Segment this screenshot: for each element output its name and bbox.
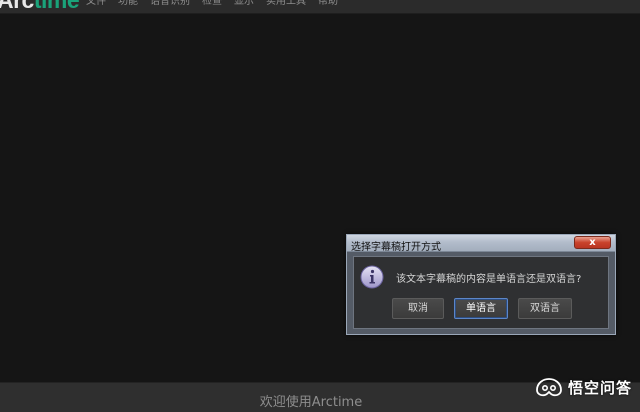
watermark-text: 悟空问答 (567, 378, 632, 397)
logo-accent-text: time (33, 0, 80, 13)
cancel-button[interactable]: 取消 (392, 298, 444, 319)
logo-main-text: Arc (0, 0, 34, 13)
main-menu: 文件 功能 语音识别 检查 显示 实用工具 帮助 (86, 0, 350, 8)
menubar: Arctime 文件 功能 语音识别 检查 显示 实用工具 帮助 (0, 0, 640, 14)
menu-item-check[interactable]: 检查 (202, 0, 228, 8)
menu-item-tools[interactable]: 实用工具 (266, 0, 312, 8)
dialog-title: 选择字幕稿打开方式 (351, 242, 441, 253)
wukong-logo-icon (536, 378, 562, 397)
dialog-titlebar[interactable]: 选择字幕稿打开方式 x (347, 235, 615, 253)
menu-item-speech-recognition[interactable]: 语音识别 (150, 0, 196, 8)
menu-item-display[interactable]: 显示 (234, 0, 260, 8)
close-button[interactable]: x (574, 236, 611, 249)
dialog-message: 该文本字幕稿的内容是单语言还是双语言? (396, 274, 582, 285)
dialog-body: 该文本字幕稿的内容是单语言还是双语言? 取消 单语言 双语言 (353, 256, 609, 329)
close-icon: x (589, 237, 596, 248)
info-icon (360, 265, 384, 289)
menu-item-functions[interactable]: 功能 (118, 0, 144, 8)
menu-item-file[interactable]: 文件 (86, 0, 112, 8)
double-language-button[interactable]: 双语言 (518, 298, 572, 319)
watermark: 悟空问答 (534, 376, 632, 398)
open-mode-dialog: 选择字幕稿打开方式 x 该文本字幕稿的内容是单语言还是双语言? 取消 单语言 双… (346, 234, 616, 335)
single-language-button[interactable]: 单语言 (454, 298, 508, 319)
app-logo: Arctime (0, 0, 80, 13)
status-text: 欢迎使用Arctime (259, 395, 363, 410)
menu-item-help[interactable]: 帮助 (318, 0, 344, 8)
